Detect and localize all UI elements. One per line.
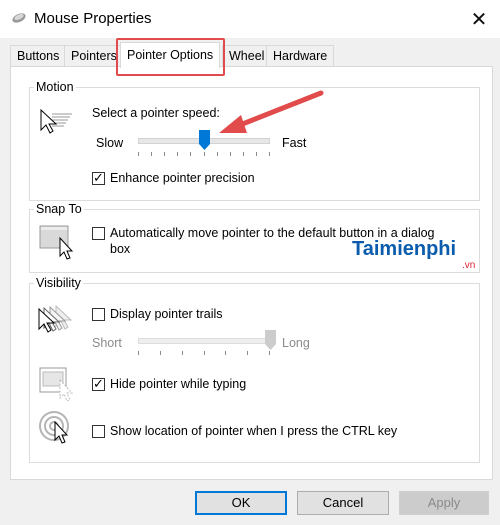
visibility-group: Visibility Display pointer trails Short … bbox=[29, 276, 480, 463]
snap-to-icon bbox=[38, 224, 76, 263]
slider-tick bbox=[160, 351, 161, 355]
slider-tick bbox=[230, 152, 231, 156]
red-arrow-annotation bbox=[215, 89, 327, 138]
fast-label: Fast bbox=[282, 136, 307, 150]
apply-button[interactable]: Apply bbox=[399, 491, 489, 515]
slider-tick bbox=[138, 152, 139, 156]
hide-pointer-checkbox[interactable] bbox=[92, 376, 105, 392]
trails-slider-track[interactable] bbox=[138, 338, 270, 344]
speed-label: Select a pointer speed: bbox=[92, 106, 220, 120]
slider-tick bbox=[269, 351, 270, 355]
show-location-icon bbox=[38, 410, 74, 449]
hide-pointer-icon bbox=[38, 366, 76, 405]
show-location-checkbox[interactable] bbox=[92, 425, 105, 438]
mouse-icon bbox=[10, 9, 28, 28]
cancel-button[interactable]: Cancel bbox=[297, 491, 389, 515]
slider-tick bbox=[256, 152, 257, 156]
motion-pointer-icon bbox=[38, 108, 74, 139]
active-tab-highlight bbox=[116, 38, 225, 76]
watermark-domain: .vn bbox=[462, 260, 476, 271]
slider-tick bbox=[225, 351, 226, 355]
tab-hardware[interactable]: Hardware bbox=[266, 45, 335, 67]
speed-slider-thumb[interactable] bbox=[198, 130, 210, 150]
slider-tick bbox=[204, 351, 205, 355]
tab-wheel[interactable]: Wheel bbox=[222, 45, 272, 67]
speed-slider-ticks bbox=[138, 152, 270, 156]
slider-tick bbox=[269, 152, 270, 156]
slider-tick bbox=[243, 152, 244, 156]
enhance-precision-label: Enhance pointer precision bbox=[110, 171, 255, 185]
slider-tick bbox=[190, 152, 191, 156]
title-bar: Mouse Properties ✕ bbox=[0, 0, 500, 38]
show-location-label: Show location of pointer when I press th… bbox=[110, 424, 398, 438]
slider-tick bbox=[204, 152, 205, 156]
watermark-logo: Taimienphi .vn bbox=[352, 238, 475, 271]
trails-slider-ticks bbox=[138, 351, 270, 355]
trails-slider-thumb[interactable] bbox=[264, 330, 276, 350]
slow-label: Slow bbox=[96, 136, 124, 150]
pointer-trails-icon bbox=[38, 304, 78, 337]
close-icon[interactable]: ✕ bbox=[458, 0, 500, 38]
trails-short-label: Short bbox=[92, 336, 122, 350]
slider-tick bbox=[217, 152, 218, 156]
motion-heading: Motion bbox=[34, 80, 76, 94]
slider-tick bbox=[151, 152, 152, 156]
window-title: Mouse Properties bbox=[34, 10, 152, 27]
tab-pointers[interactable]: Pointers bbox=[64, 45, 124, 67]
slider-tick bbox=[182, 351, 183, 355]
pointer-options-panel: Motion Select a pointer speed: Slow Fast… bbox=[10, 66, 493, 480]
slider-tick bbox=[177, 152, 178, 156]
tab-buttons[interactable]: Buttons bbox=[10, 45, 67, 67]
enhance-precision-checkbox[interactable] bbox=[92, 170, 105, 186]
hide-pointer-label: Hide pointer while typing bbox=[110, 377, 247, 391]
trails-long-label: Long bbox=[282, 336, 310, 350]
ok-button[interactable]: OK bbox=[195, 491, 287, 515]
snap-to-heading: Snap To bbox=[34, 202, 84, 216]
watermark-brand: Taimienphi bbox=[352, 238, 457, 260]
slider-tick bbox=[247, 351, 248, 355]
slider-tick bbox=[164, 152, 165, 156]
snap-to-checkbox[interactable] bbox=[92, 227, 105, 240]
pointer-trails-checkbox[interactable] bbox=[92, 308, 105, 321]
visibility-heading: Visibility bbox=[34, 276, 83, 290]
snap-to-label-line2: box bbox=[110, 242, 131, 256]
pointer-trails-label: Display pointer trails bbox=[110, 307, 223, 321]
slider-tick bbox=[138, 351, 139, 355]
